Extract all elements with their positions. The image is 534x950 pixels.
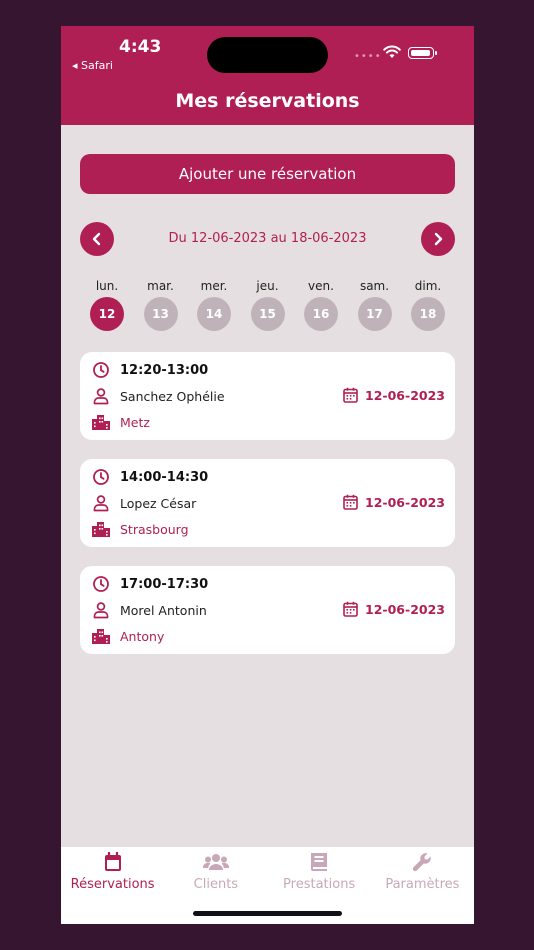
reservation-city-row: Strasbourg — [91, 519, 189, 539]
reservation-time-row: 14:00-14:30 — [91, 467, 208, 487]
week-range: Du 12-06-2023 au 18-06-2023 — [168, 231, 367, 246]
reservation-date: 12-06-2023 — [343, 494, 445, 510]
wifi-icon — [383, 45, 401, 58]
reservation-city-row: Metz — [91, 412, 150, 432]
tab-label: Paramètres — [385, 877, 460, 892]
calendar-icon — [104, 852, 121, 871]
reservation-time: 12:20-13:00 — [120, 362, 209, 378]
day-name: mar. — [147, 279, 174, 293]
day-thu[interactable]: jeu. 15 — [250, 279, 285, 331]
clock-icon — [91, 467, 111, 487]
tab-label: Prestations — [283, 877, 356, 892]
tab-label: Clients — [193, 877, 239, 892]
day-fri[interactable]: ven. 16 — [304, 279, 338, 331]
day-name: dim. — [414, 279, 442, 293]
day-name: lun. — [95, 279, 119, 293]
city-icon — [91, 519, 111, 539]
day-number[interactable]: 17 — [357, 297, 392, 331]
reservation-client: Sanchez Ophélie — [120, 388, 225, 404]
user-icon — [91, 386, 111, 406]
tab-parametres[interactable]: Paramètres — [371, 847, 474, 924]
reservation-card[interactable]: 14:00-14:30 Lopez César Strasbourg 12-06… — [80, 459, 455, 547]
reservation-date: 12-06-2023 — [343, 601, 445, 617]
user-icon — [91, 493, 111, 513]
reservation-time: 17:00-17:30 — [120, 576, 209, 592]
day-name: sam. — [359, 279, 390, 293]
tab-label: Réservations — [70, 877, 155, 892]
week-days: lun. 12 mar. 13 mer. 14 jeu. 15 ven. 16 … — [80, 279, 455, 331]
reservation-time-row: 12:20-13:00 — [91, 360, 208, 380]
users-icon — [202, 854, 229, 870]
reservation-card[interactable]: 17:00-17:30 Morel Antonin Antony 12-06-2… — [80, 566, 455, 654]
clock-icon — [91, 574, 111, 594]
add-reservation-button[interactable]: Ajouter une réservation — [80, 154, 455, 194]
reservation-client-row: Lopez César — [91, 493, 196, 513]
reservation-city: Strasbourg — [120, 521, 189, 537]
day-number[interactable]: 16 — [304, 297, 338, 331]
chevron-left-icon — [92, 232, 101, 246]
day-mon[interactable]: lun. 12 — [90, 279, 124, 331]
calendar-icon — [343, 601, 358, 617]
city-icon — [91, 412, 111, 432]
reservation-time: 14:00-14:30 — [120, 469, 209, 485]
day-number[interactable]: 14 — [197, 297, 231, 331]
reservation-client-row: Sanchez Ophélie — [91, 386, 225, 406]
reservation-client: Lopez César — [120, 495, 197, 511]
phone-screen: 4:43 ◂ Safari •••• Mes réservations Ajou… — [61, 26, 474, 924]
day-name: mer. — [200, 279, 228, 293]
reservation-date-text: 12-06-2023 — [365, 387, 445, 403]
reservation-date-text: 12-06-2023 — [365, 601, 445, 617]
city-icon — [91, 626, 111, 646]
home-indicator[interactable] — [193, 911, 342, 916]
status-time: 4:43 — [119, 37, 162, 57]
dynamic-island — [207, 37, 328, 73]
previous-week-button[interactable] — [80, 222, 114, 256]
chevron-right-icon — [434, 232, 443, 246]
reservation-client-row: Morel Antonin — [91, 600, 207, 620]
day-number[interactable]: 15 — [250, 297, 285, 331]
day-number-selected[interactable]: 12 — [90, 297, 124, 331]
clock-icon — [91, 360, 111, 380]
user-icon — [91, 600, 111, 620]
reservation-client: Morel Antonin — [120, 602, 207, 618]
day-number[interactable]: 13 — [143, 297, 178, 331]
day-wed[interactable]: mer. 14 — [197, 279, 231, 331]
calendar-icon — [343, 387, 358, 403]
reservation-date: 12-06-2023 — [343, 387, 445, 403]
back-to-safari-link[interactable]: ◂ Safari — [72, 59, 113, 72]
reservation-date-text: 12-06-2023 — [365, 494, 445, 510]
day-tue[interactable]: mar. 13 — [143, 279, 178, 331]
book-icon — [311, 853, 328, 871]
signal-dots: •••• — [354, 51, 382, 62]
page-title: Mes réservations — [175, 90, 360, 112]
tab-reservations[interactable]: Réservations — [61, 847, 164, 924]
day-name: ven. — [308, 279, 334, 293]
day-sun[interactable]: dim. 18 — [411, 279, 445, 331]
day-number[interactable]: 18 — [411, 297, 445, 331]
calendar-icon — [343, 494, 358, 510]
reservation-city: Metz — [120, 414, 150, 430]
next-week-button[interactable] — [421, 222, 455, 256]
app-header: 4:43 ◂ Safari •••• Mes réservations — [61, 26, 474, 125]
battery-icon — [408, 47, 437, 59]
reservation-card[interactable]: 12:20-13:00 Sanchez Ophélie Metz 12-06-2… — [80, 352, 455, 440]
day-name: jeu. — [256, 279, 279, 293]
day-sat[interactable]: sam. 17 — [357, 279, 392, 331]
reservation-time-row: 17:00-17:30 — [91, 574, 208, 594]
reservation-city-row: Antony — [91, 626, 164, 646]
wrench-icon — [413, 853, 432, 872]
reservation-city: Antony — [120, 628, 165, 644]
